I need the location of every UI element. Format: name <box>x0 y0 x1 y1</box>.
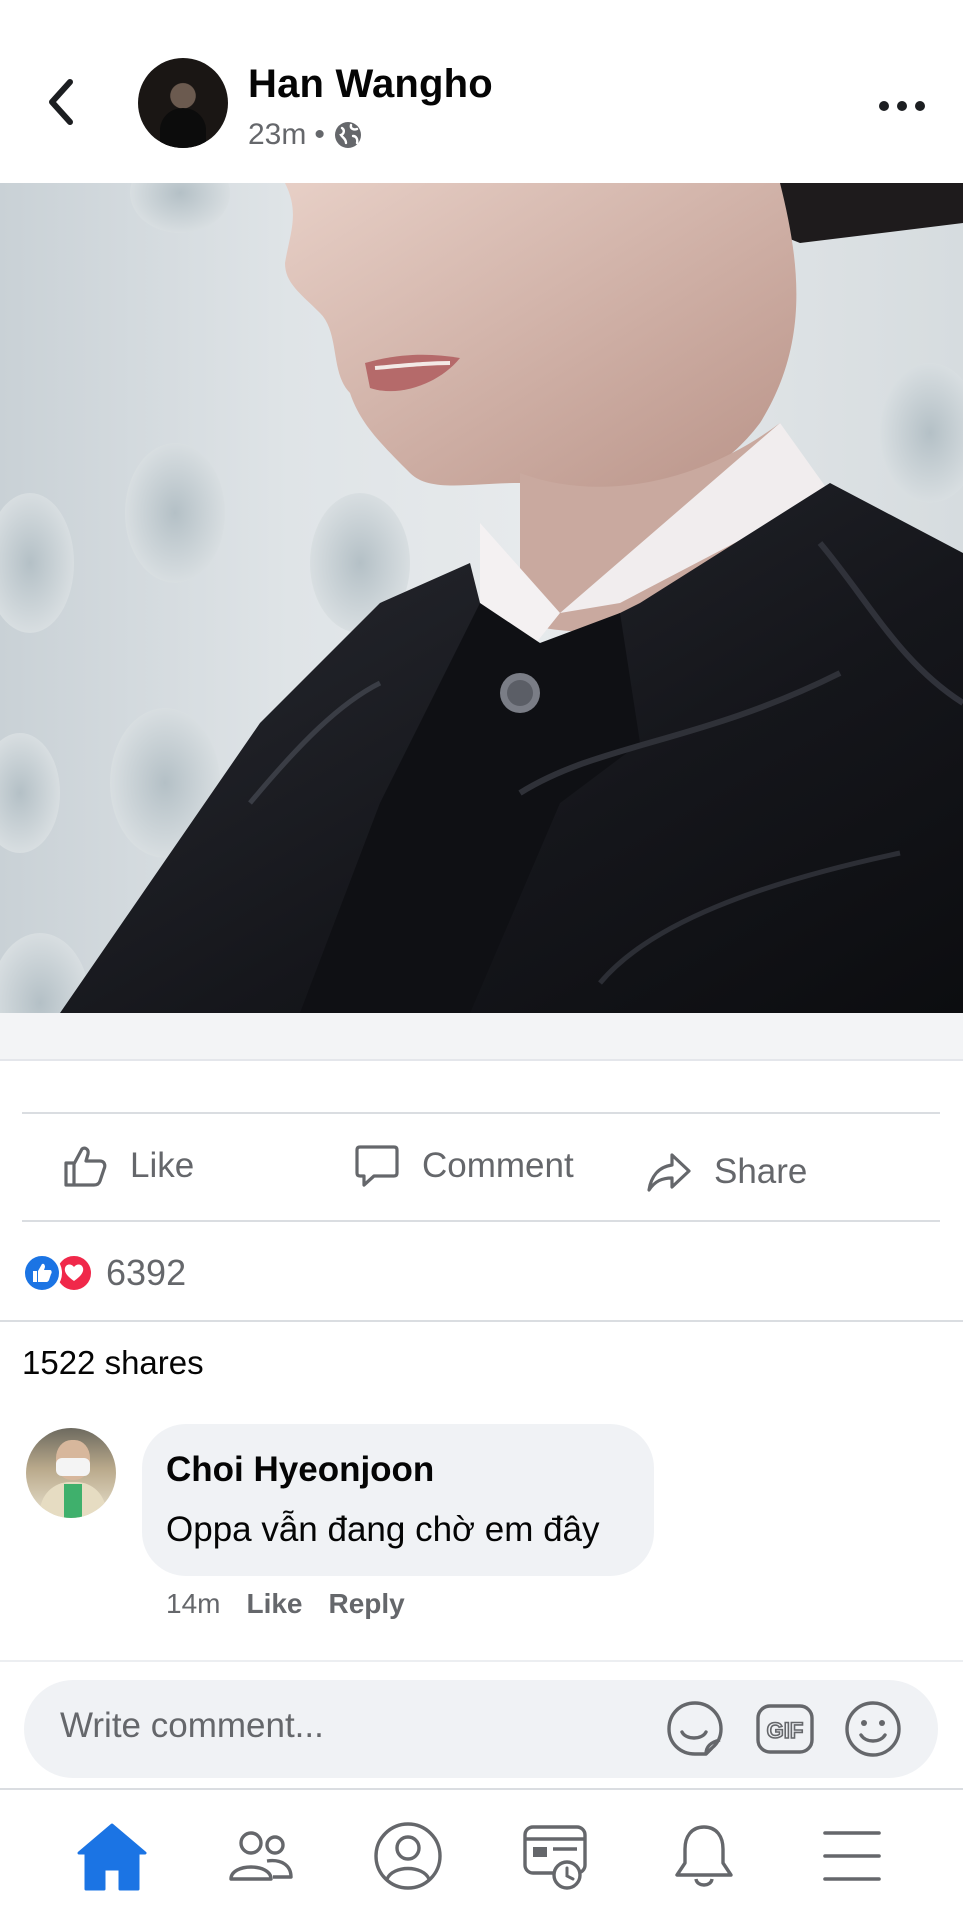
comment-icon <box>355 1145 399 1187</box>
nav-friends[interactable] <box>220 1816 300 1896</box>
home-icon <box>77 1823 147 1891</box>
share-icon <box>647 1153 691 1192</box>
post-photo-image <box>0 183 963 1013</box>
reaction-count: 6392 <box>106 1252 187 1293</box>
menu-icon <box>823 1831 881 1881</box>
globe-icon <box>334 122 361 148</box>
thumbs-up-icon <box>64 1146 107 1187</box>
bell-icon <box>675 1825 733 1887</box>
friends-icon <box>229 1831 293 1881</box>
share-count[interactable]: 1522 shares <box>22 1344 204 1382</box>
meta-separator: • <box>314 118 325 151</box>
more-horizontal-icon <box>879 101 925 111</box>
author-avatar[interactable] <box>138 58 228 148</box>
comment-button[interactable]: Comment <box>354 1138 574 1194</box>
divider <box>0 1320 963 1322</box>
share-button[interactable]: Share <box>646 1144 807 1200</box>
gif-icon: GIF <box>756 1704 814 1754</box>
more-options-button[interactable] <box>874 86 930 126</box>
feeds-clock-icon <box>523 1825 587 1890</box>
svg-text:GIF: GIF <box>767 1718 804 1743</box>
divider <box>22 1220 940 1222</box>
comment-time: 14m <box>166 1588 221 1619</box>
gif-button[interactable]: GIF <box>754 1698 816 1760</box>
nav-feeds[interactable] <box>516 1816 596 1896</box>
post-author-name[interactable]: Han Wangho <box>248 62 493 107</box>
post-photo[interactable] <box>0 183 963 1013</box>
comment-meta: 14m Like Reply <box>166 1588 405 1620</box>
photo-footer-spacer <box>0 1013 963 1061</box>
back-button[interactable] <box>40 72 84 132</box>
post-time: 23m <box>248 118 307 151</box>
nav-profile[interactable] <box>368 1816 448 1896</box>
like-reaction-icon <box>22 1253 62 1293</box>
like-button[interactable]: Like <box>62 1138 194 1194</box>
comment-input[interactable]: Write comment... <box>60 1706 620 1746</box>
emoji-button[interactable] <box>842 1698 904 1760</box>
chevron-left-icon <box>49 79 73 125</box>
nav-home[interactable] <box>72 1816 152 1896</box>
nav-notifications[interactable] <box>664 1816 744 1896</box>
comment-bubble[interactable] <box>142 1424 654 1576</box>
share-label: Share <box>714 1152 808 1191</box>
comment-reply-link[interactable]: Reply <box>329 1588 405 1620</box>
reaction-summary[interactable]: 6392 <box>22 1250 186 1296</box>
comment-text: Oppa vẫn đang chờ em đây <box>166 1510 600 1549</box>
post-meta: 23m • <box>248 118 363 152</box>
nav-menu[interactable] <box>812 1816 892 1896</box>
profile-icon <box>374 1822 442 1890</box>
post-header: Han Wangho 23m • <box>0 0 963 183</box>
comment-like-link[interactable]: Like <box>246 1588 302 1620</box>
divider <box>22 1112 940 1114</box>
commenter-name[interactable]: Choi Hyeonjoon <box>166 1450 434 1490</box>
commenter-avatar[interactable] <box>26 1428 116 1518</box>
like-label: Like <box>130 1146 195 1185</box>
comment-label: Comment <box>422 1146 574 1185</box>
sticker-icon <box>667 1701 723 1756</box>
emoji-icon <box>845 1701 901 1757</box>
sticker-button[interactable] <box>664 1698 726 1760</box>
